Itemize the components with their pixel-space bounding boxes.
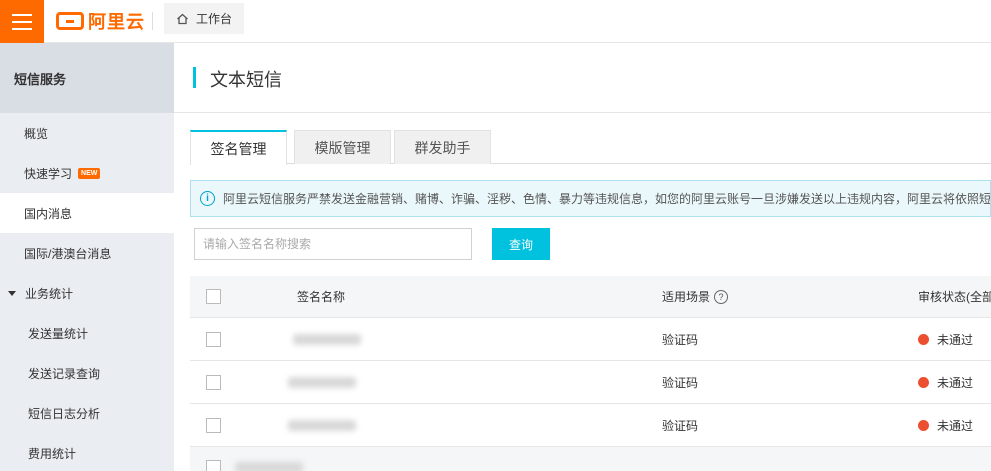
sidebar: 短信服务 概览 快速学习 NEW 国内消息 国际/港澳台消息 业务统计 发送量统… [0, 43, 174, 471]
table-row [190, 447, 991, 471]
top-bar: 阿里云 工作台 [0, 0, 991, 43]
blurred-signature-name [293, 333, 361, 345]
sidebar-item-send-volume-stats[interactable]: 发送量统计 [0, 313, 174, 353]
scene-cell: 验证码 [662, 418, 699, 433]
tab-label: 签名管理 [210, 140, 267, 157]
search-button[interactable]: 查询 [492, 228, 550, 260]
column-header-scene: 适用场景 ? [662, 276, 729, 317]
sidebar-item-quick-learning[interactable]: 快速学习 NEW [0, 153, 174, 193]
sidebar-item-cost-stats[interactable]: 费用统计 [0, 433, 174, 471]
sidebar-item-label: 短信日志分析 [28, 406, 101, 421]
status-cell: 未通过 [918, 361, 973, 403]
sidebar-item-log-analysis[interactable]: 短信日志分析 [0, 393, 174, 433]
status-cell: 未通过 [918, 318, 973, 360]
topbar-divider [152, 12, 153, 30]
sidebar-item-label: 费用统计 [28, 446, 77, 461]
compliance-notice: i 阿里云短信服务严禁发送金融营销、赌博、诈骗、淫秽、色情、暴力等违规信息，如您… [190, 180, 991, 217]
tab-signature-management[interactable]: 签名管理 [190, 130, 287, 165]
notice-text: 阿里云短信服务严禁发送金融营销、赌博、诈骗、淫秽、色情、暴力等违规信息，如您的阿… [223, 192, 991, 206]
scene-cell: 验证码 [662, 375, 699, 390]
help-icon[interactable]: ? [714, 289, 729, 304]
title-accent-bar [193, 67, 196, 88]
caret-down-icon [8, 290, 16, 296]
tab-template-management[interactable]: 模版管理 [294, 130, 391, 164]
status-label: 未通过 [937, 375, 974, 390]
page-header: 文本短信 [174, 43, 991, 113]
status-label: 未通过 [937, 332, 974, 347]
sidebar-group-business-stats[interactable]: 业务统计 [0, 273, 174, 313]
row-checkbox[interactable] [206, 331, 221, 347]
signature-table: 签名名称 适用场景 ? 审核状态(全部 验证码 未通过 验证码 未通过 验证码 … [190, 276, 991, 471]
status-label: 未通过 [937, 418, 974, 433]
failed-status-dot-icon [918, 333, 929, 345]
main-content: 文本短信 签名管理 模版管理 群发助手 i 阿里云短信服务严禁发送金融营销、赌博… [174, 43, 991, 471]
tab-bar: 签名管理 模版管理 群发助手 [190, 130, 991, 165]
sidebar-item-label: 发送记录查询 [28, 366, 101, 381]
table-row: 验证码 未通过 [190, 361, 991, 404]
info-icon: i [200, 191, 215, 206]
signature-search-input[interactable] [194, 228, 472, 260]
blurred-signature-name [288, 419, 356, 431]
failed-status-dot-icon [918, 419, 929, 431]
sidebar-item-label: 发送量统计 [28, 326, 89, 341]
sidebar-item-domestic-messages[interactable]: 国内消息 [0, 193, 174, 233]
sidebar-item-label: 概览 [24, 126, 49, 141]
scene-cell: 验证码 [662, 332, 699, 347]
tab-bulk-send-assistant[interactable]: 群发助手 [394, 130, 491, 164]
table-row: 验证码 未通过 [190, 318, 991, 361]
tab-label: 模版管理 [314, 139, 371, 156]
row-checkbox[interactable] [206, 459, 221, 471]
select-all-checkbox[interactable] [206, 289, 221, 304]
row-checkbox[interactable] [206, 417, 221, 433]
column-header-name: 签名名称 [297, 290, 346, 304]
new-badge: NEW [78, 167, 101, 179]
table-header: 签名名称 适用场景 ? 审核状态(全部 [190, 276, 991, 318]
logo-text: 阿里云 [88, 12, 145, 32]
tab-label: 群发助手 [414, 139, 471, 156]
workbench-label: 工作台 [196, 12, 233, 26]
sidebar-header: 短信服务 [0, 43, 174, 113]
workbench-button[interactable]: 工作台 [164, 3, 245, 34]
sidebar-item-label: 业务统计 [25, 286, 74, 301]
sidebar-item-label: 快速学习 [24, 166, 73, 181]
sidebar-item-international-messages[interactable]: 国际/港澳台消息 [0, 233, 174, 273]
row-checkbox[interactable] [206, 374, 221, 390]
aliyun-logo[interactable]: 阿里云 [56, 9, 145, 33]
column-header-status[interactable]: 审核状态(全部 [918, 276, 991, 317]
blurred-signature-name [235, 461, 303, 471]
table-row: 验证码 未通过 [190, 404, 991, 447]
failed-status-dot-icon [918, 376, 929, 388]
blurred-signature-name [288, 376, 356, 388]
sidebar-item-label: 国内消息 [24, 206, 73, 221]
sidebar-item-overview[interactable]: 概览 [0, 113, 174, 153]
hamburger-menu-icon[interactable] [0, 0, 44, 43]
home-icon [177, 13, 188, 24]
sidebar-item-send-records[interactable]: 发送记录查询 [0, 353, 174, 393]
status-cell: 未通过 [918, 404, 973, 446]
sidebar-item-label: 国际/港澳台消息 [24, 246, 112, 261]
column-header-scene-label: 适用场景 [662, 290, 711, 304]
aliyun-logo-icon [56, 12, 84, 30]
page-title: 文本短信 [210, 70, 282, 90]
